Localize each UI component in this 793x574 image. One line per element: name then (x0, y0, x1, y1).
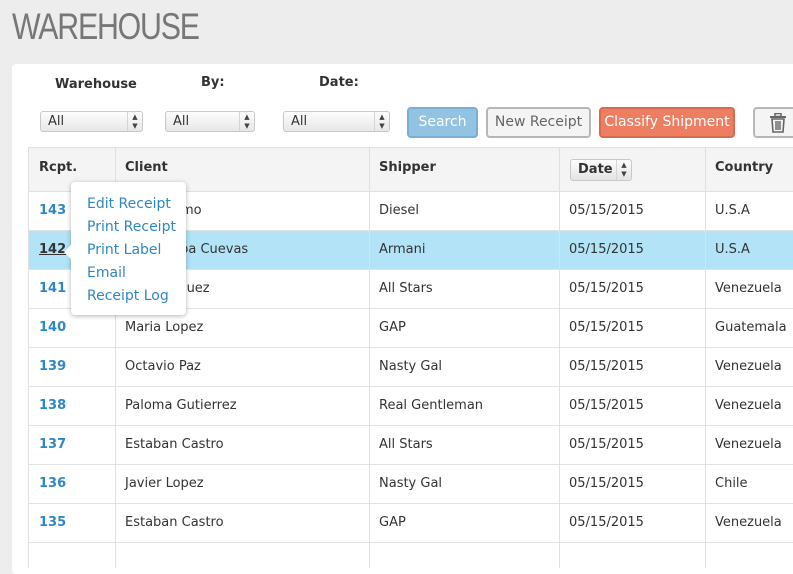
client-cell: Paloma Gutierrez (125, 398, 237, 413)
header-client[interactable]: Client (125, 160, 168, 175)
rcpt-link[interactable]: 138 (39, 398, 66, 413)
rcpt-link[interactable]: 137 (39, 437, 66, 452)
header-rcpt[interactable]: Rcpt. (39, 160, 77, 175)
shipper-cell: Diesel (379, 203, 420, 218)
column-divider (369, 148, 370, 568)
updown-arrows-icon: ▲ ▼ (374, 112, 389, 131)
trash-icon (770, 113, 786, 133)
menu-item-print-receipt[interactable]: Print Receipt (87, 219, 176, 235)
date-cell: 05/15/2015 (569, 515, 644, 530)
shipper-cell: All Stars (379, 281, 433, 296)
menu-item-print-label[interactable]: Print Label (87, 242, 161, 258)
date-cell: 05/15/2015 (569, 203, 644, 218)
shipper-cell: Nasty Gal (379, 476, 443, 491)
table-row[interactable]: 138 Paloma Gutierrez Real Gentleman 05/1… (29, 387, 793, 426)
country-cell: Venezuela (715, 515, 782, 530)
shipper-cell: Nasty Gal (379, 359, 443, 374)
date-cell: 05/15/2015 (569, 281, 644, 296)
date-filter-label: Date: (319, 75, 359, 90)
client-cell: Maria Lopez (125, 320, 204, 335)
date-cell: 05/15/2015 (569, 242, 644, 257)
country-cell: Venezuela (715, 281, 782, 296)
shipper-cell: Real Gentleman (379, 398, 484, 413)
classify-shipment-button[interactable]: Classify Shipment (599, 107, 735, 138)
date-cell: 05/15/2015 (569, 437, 644, 452)
rcpt-link[interactable]: 140 (39, 320, 66, 335)
shipper-cell: Armani (379, 242, 426, 257)
client-cell: Estaban Castro (125, 437, 224, 452)
country-cell: Venezuela (715, 359, 782, 374)
warehouse-filter-label: Warehouse (55, 77, 137, 92)
warehouse-select[interactable]: All ▲ ▼ (40, 111, 143, 132)
menu-item-edit-receipt[interactable]: Edit Receipt (87, 196, 171, 212)
client-cell: Javier Lopez (125, 476, 204, 491)
date-cell: 05/15/2015 (569, 398, 644, 413)
table-row[interactable]: 135 Estaban Castro GAP 05/15/2015 Venezu… (29, 504, 793, 543)
new-receipt-button[interactable]: New Receipt (486, 107, 591, 138)
date-cell: 05/15/2015 (569, 476, 644, 491)
country-cell: Chile (715, 476, 748, 491)
by-filter-label: By: (201, 75, 225, 90)
rcpt-link[interactable]: 139 (39, 359, 66, 374)
table-row[interactable]: 137 Estaban Castro All Stars 05/15/2015 … (29, 426, 793, 465)
rcpt-link[interactable]: 136 (39, 476, 66, 491)
column-divider (705, 148, 706, 568)
client-cell: Estaban Castro (125, 515, 224, 530)
country-cell: Venezuela (715, 398, 782, 413)
search-button[interactable]: Search (407, 107, 478, 138)
rcpt-link[interactable]: 135 (39, 515, 66, 530)
header-shipper[interactable]: Shipper (379, 160, 436, 175)
by-select[interactable]: All ▲ ▼ (165, 111, 255, 132)
shipper-cell: GAP (379, 320, 406, 335)
shipper-cell: All Stars (379, 437, 433, 452)
date-select-value: All (291, 114, 308, 129)
rcpt-link[interactable]: 142 (39, 242, 66, 257)
date-cell: 05/15/2015 (569, 359, 644, 374)
table-row[interactable]: 139 Octavio Paz Nasty Gal 05/15/2015 Ven… (29, 348, 793, 387)
country-cell: Venezuela (715, 437, 782, 452)
menu-item-receipt-log[interactable]: Receipt Log (87, 288, 169, 304)
header-date: Date (578, 162, 613, 177)
header-country[interactable]: Country (715, 160, 773, 175)
date-sort-select[interactable]: Date ▲ ▼ (570, 159, 632, 181)
receipt-context-menu: Edit Receipt Print Receipt Print Label E… (64, 182, 186, 315)
country-cell: U.S.A (715, 242, 750, 257)
menu-item-email[interactable]: Email (87, 265, 126, 281)
table-row[interactable]: 136 Javier Lopez Nasty Gal 05/15/2015 Ch… (29, 465, 793, 504)
rcpt-link[interactable]: 141 (39, 281, 66, 296)
updown-arrows-icon: ▲ ▼ (616, 160, 631, 180)
column-divider (559, 148, 560, 568)
rcpt-link[interactable]: 143 (39, 203, 66, 218)
updown-arrows-icon: ▲ ▼ (127, 112, 142, 131)
date-select[interactable]: All ▲ ▼ (283, 111, 390, 132)
client-cell: Octavio Paz (125, 359, 201, 374)
delete-button[interactable] (753, 107, 793, 138)
updown-arrows-icon: ▲ ▼ (239, 112, 254, 131)
shipper-cell: GAP (379, 515, 406, 530)
date-cell: 05/15/2015 (569, 320, 644, 335)
by-select-value: All (173, 114, 190, 129)
country-cell: Guatemala (715, 320, 787, 335)
country-cell: U.S.A (715, 203, 750, 218)
page-title: WAREHOUSE (12, 6, 200, 47)
warehouse-select-value: All (48, 114, 65, 129)
